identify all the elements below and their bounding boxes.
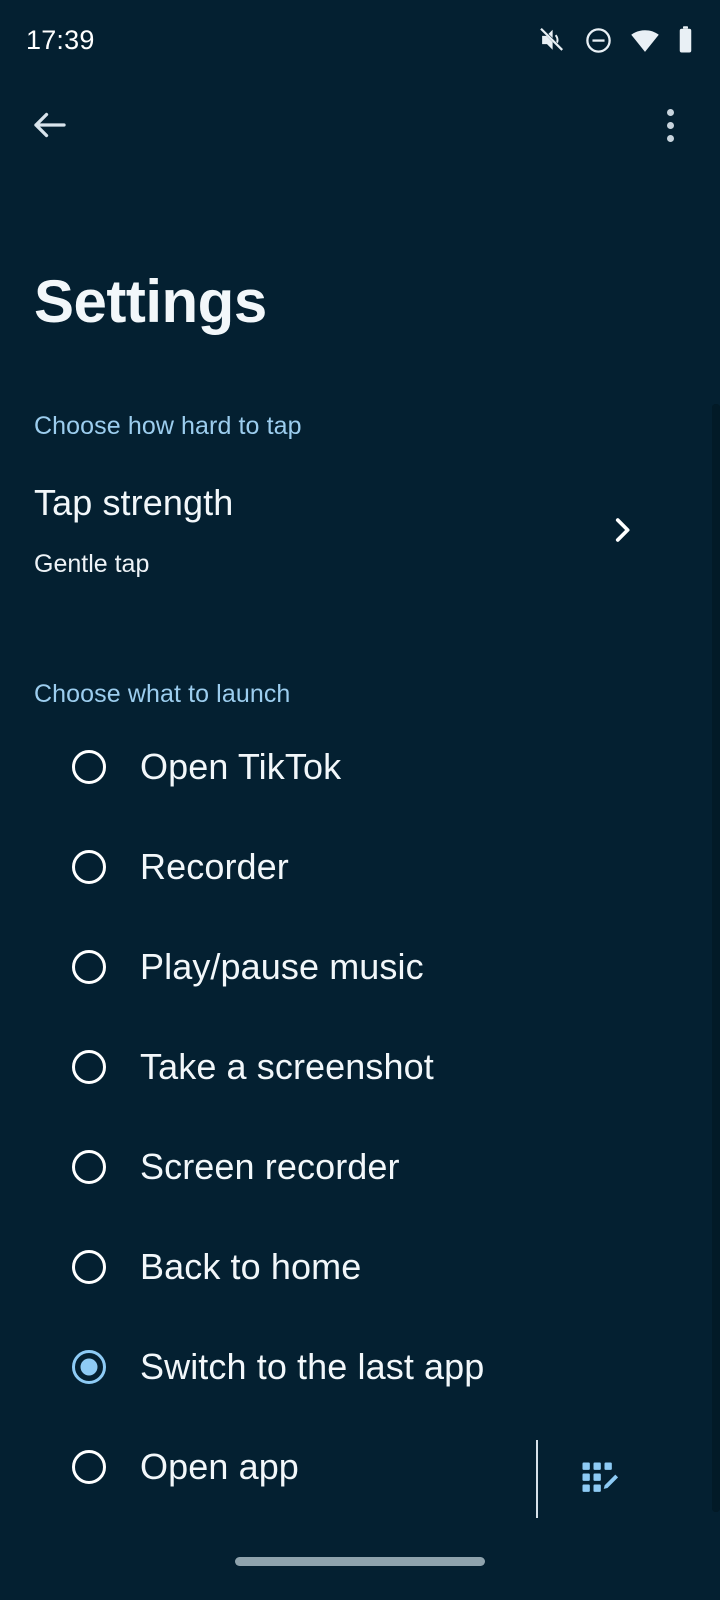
radio-icon: [72, 1250, 106, 1284]
app-grid-edit-icon: [582, 1462, 619, 1492]
radio-icon: [72, 1450, 106, 1484]
tap-strength-title: Tap strength: [34, 482, 234, 523]
radio-label: Recorder: [140, 846, 289, 887]
radio-row-back-to-home[interactable]: Back to home: [0, 1217, 660, 1317]
radio-row-screen-recorder[interactable]: Screen recorder: [0, 1117, 660, 1217]
section-header-tap-strength: Choose how hard to tap: [34, 412, 302, 440]
radio-icon: [72, 850, 106, 884]
radio-row-open-tiktok[interactable]: Open TikTok: [0, 717, 660, 817]
radio-row-recorder[interactable]: Recorder: [0, 817, 660, 917]
navigation-bar: [0, 1522, 720, 1600]
section-header-launch: Choose what to launch: [34, 680, 291, 708]
home-indicator[interactable]: [235, 1556, 485, 1566]
chevron-right-icon: [602, 510, 642, 550]
radio-label: Play/pause music: [140, 946, 424, 987]
radio-row-take-a-screenshot[interactable]: Take a screenshot: [0, 1017, 660, 1117]
radio-label: Open TikTok: [140, 746, 342, 787]
settings-screen: 17:39 Settings Choose how hard to tap Ta…: [0, 0, 720, 1600]
radio-icon: [72, 950, 106, 984]
radio-row-open-app[interactable]: Open app: [0, 1417, 660, 1517]
tap-strength-row[interactable]: Tap strength Gentle tap: [0, 472, 660, 592]
radio-label: Back to home: [140, 1246, 362, 1287]
edit-apps-button[interactable]: [570, 1450, 628, 1508]
radio-icon-selected: [72, 1350, 106, 1384]
radio-icon: [72, 1050, 106, 1084]
radio-label: Take a screenshot: [140, 1046, 434, 1087]
radio-label: Screen recorder: [140, 1146, 400, 1187]
page-title: Settings: [34, 268, 267, 335]
radio-row-switch-to-the-last-app[interactable]: Switch to the last app: [0, 1317, 660, 1417]
radio-icon: [72, 1150, 106, 1184]
radio-label: Open app: [140, 1446, 299, 1487]
scrollbar-thumb[interactable]: [712, 404, 720, 1512]
radio-icon: [72, 750, 106, 784]
radio-row-play-pause-music[interactable]: Play/pause music: [0, 917, 660, 1017]
tap-strength-value: Gentle tap: [34, 550, 150, 578]
radio-label: Switch to the last app: [140, 1346, 485, 1387]
open-app-divider: [536, 1440, 538, 1518]
settings-content: Settings Choose how hard to tap Tap stre…: [0, 0, 720, 1600]
